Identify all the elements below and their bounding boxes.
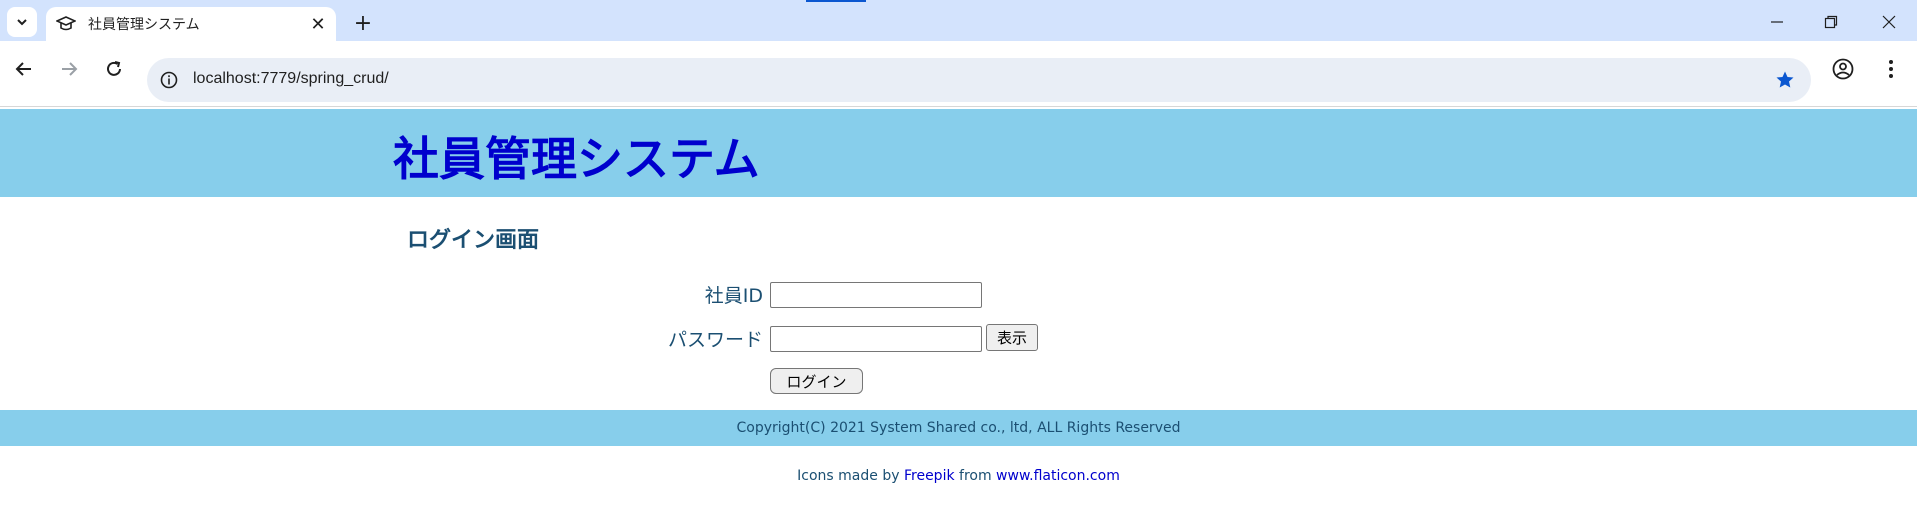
show-password-button[interactable]: 表示 <box>986 324 1038 351</box>
minimize-icon <box>1771 21 1783 23</box>
close-window-button[interactable] <box>1877 10 1901 34</box>
menu-button[interactable] <box>1876 54 1906 84</box>
icon-credits: Icons made by Freepik from www.flaticon.… <box>0 468 1917 484</box>
tab-search-button[interactable] <box>7 7 37 37</box>
password-label: パスワード <box>667 329 763 351</box>
tab-title: 社員管理システム <box>88 17 200 33</box>
browser-toolbar: localhost:7779/spring_crud/ <box>0 41 1917 107</box>
chevron-down-icon <box>17 19 27 26</box>
restore-button[interactable] <box>1819 10 1843 34</box>
login-heading: ログイン画面 <box>407 228 540 253</box>
account-circle-icon <box>1832 58 1854 80</box>
profile-button[interactable] <box>1828 54 1858 84</box>
site-header: 社員管理システム <box>0 109 1917 197</box>
forward-button[interactable] <box>54 54 84 84</box>
bookmark-star-icon[interactable] <box>1773 68 1797 92</box>
minimize-button[interactable] <box>1765 10 1789 34</box>
address-bar[interactable]: localhost:7779/spring_crud/ <box>147 58 1811 102</box>
more-vert-icon <box>1889 60 1893 78</box>
browser-tab-bar: 社員管理システム ✕ + <box>0 0 1917 41</box>
reload-icon <box>107 61 121 76</box>
credits-middle: from <box>954 468 997 484</box>
restore-icon <box>1824 15 1838 29</box>
employee-id-label: 社員ID <box>704 285 763 307</box>
employee-id-input[interactable] <box>770 282 982 308</box>
arrow-right-icon <box>62 62 78 76</box>
new-tab-button[interactable]: + <box>350 10 376 36</box>
browser-tab-active[interactable]: 社員管理システム ✕ <box>46 7 336 41</box>
site-footer: Copyright(C) 2021 System Shared co., ltd… <box>0 410 1917 446</box>
reload-button[interactable] <box>99 54 129 84</box>
login-button[interactable]: ログイン <box>770 368 863 394</box>
copyright-text: Copyright(C) 2021 System Shared co., ltd… <box>736 420 1181 436</box>
password-input[interactable] <box>770 326 982 352</box>
credits-prefix: Icons made by <box>797 468 904 484</box>
close-icon <box>1882 15 1896 29</box>
back-button[interactable] <box>9 54 39 84</box>
arrow-left-icon <box>15 62 31 76</box>
url-text: localhost:7779/spring_crud/ <box>193 70 389 87</box>
graduation-cap-icon <box>56 14 76 34</box>
tab-indicator <box>806 0 866 2</box>
close-tab-icon[interactable]: ✕ <box>308 14 328 35</box>
flaticon-link[interactable]: www.flaticon.com <box>996 468 1120 484</box>
freepik-link[interactable]: Freepik <box>904 468 955 484</box>
site-info-icon[interactable] <box>157 68 181 92</box>
site-title: 社員管理システム <box>393 132 760 186</box>
